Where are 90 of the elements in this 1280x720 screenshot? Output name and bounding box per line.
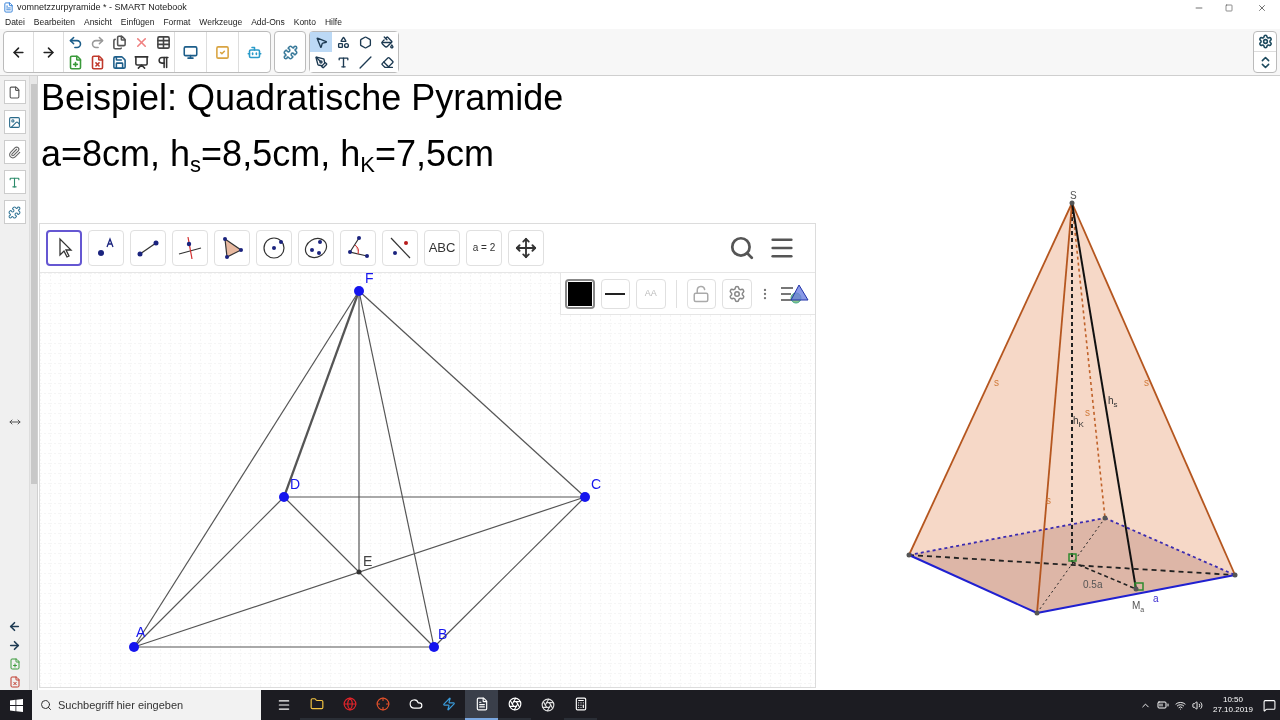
color-swatch: [567, 281, 592, 306]
tool-button[interactable]: [310, 32, 332, 52]
pages-icon: [111, 34, 127, 50]
scrollbar-thumb[interactable]: [30, 84, 37, 484]
arrow-right-icon[interactable]: [8, 639, 21, 652]
given-values: a=8cm, h$_{s}$=8,5cm, h$_{K}$=7,5cm: [41, 134, 495, 174]
undo-icon: [67, 34, 83, 50]
page-heading: Beispiel: Quadratische Pyramide: [41, 78, 565, 118]
window-title: vomnetzzurpyramide * - SMART Notebook: [17, 0, 187, 14]
side-tab[interactable]: [3, 110, 26, 134]
menu-item[interactable]: Konto: [293, 17, 316, 27]
app-icon: [3, 2, 14, 13]
text-icon: [336, 55, 350, 69]
search-icon: [40, 699, 52, 711]
wifi-icon[interactable]: [1174, 699, 1186, 711]
search-icon: [729, 235, 755, 261]
pens-icon: [314, 55, 328, 69]
line-icon: [358, 55, 372, 69]
menu-item[interactable]: Einfügen: [120, 17, 155, 27]
side-tab[interactable]: [3, 170, 26, 194]
addons-button[interactable]: [274, 31, 306, 73]
browser-icon: [342, 697, 357, 711]
arrow-left-icon[interactable]: [8, 620, 21, 633]
screen-icon: [133, 54, 149, 70]
pointer-icon: [314, 35, 328, 49]
side-tab[interactable]: [3, 80, 26, 104]
menu-item[interactable]: Add-Ons: [251, 17, 285, 27]
calculator-icon: [573, 697, 588, 711]
eraser-icon: [380, 55, 394, 69]
menu-item[interactable]: Werkzeuge: [199, 17, 243, 27]
restore-icon: [1225, 3, 1233, 12]
check-square-icon: [215, 44, 230, 60]
menu-item[interactable]: Bearbeiten: [33, 17, 75, 27]
robot-icon: [247, 44, 262, 60]
file-plus-icon[interactable]: [8, 658, 21, 670]
taskbar-search-field[interactable]: Suchbegriff hier eingeben: [32, 690, 261, 720]
file-plus-icon: [67, 54, 83, 70]
view-toggle-icon: [779, 282, 810, 305]
angle-icon: [345, 235, 371, 261]
folder-icon: [309, 697, 324, 711]
line-icon: [605, 292, 626, 295]
color-button[interactable]: [565, 278, 595, 309]
app-icon: [375, 697, 390, 711]
circle-icon: [261, 235, 287, 261]
arrow-right-icon: [41, 44, 56, 60]
task-view-icon: [276, 698, 291, 712]
paint-bucket-icon: [380, 35, 394, 49]
menu-item[interactable]: Ansicht: [83, 17, 112, 27]
menu-item[interactable]: Datei: [5, 17, 25, 27]
notifications-icon[interactable]: [1263, 698, 1276, 712]
aperture-icon: [507, 697, 522, 711]
table-icon: [155, 34, 171, 50]
menu-item[interactable]: Hilfe: [324, 17, 342, 27]
side-tab[interactable]: [3, 140, 26, 164]
save-icon: [111, 54, 127, 70]
notebook-icon: [474, 697, 489, 711]
settings-icon: [727, 284, 746, 303]
side-tab[interactable]: [3, 200, 26, 224]
gallery-icon: [8, 115, 21, 129]
settings-button[interactable]: [1254, 32, 1276, 52]
properties-icon: [8, 175, 21, 189]
battery-icon[interactable]: [1156, 699, 1169, 711]
line-style-button[interactable]: [600, 278, 631, 309]
taskbar-app[interactable]: [465, 690, 498, 720]
lock-icon: [692, 284, 711, 303]
move-arrows-icon: [515, 237, 537, 259]
windows-logo-icon: [9, 698, 23, 712]
file-x-icon[interactable]: [8, 676, 21, 688]
puzzle-icon: [282, 44, 298, 60]
settings-icon: [1257, 34, 1273, 49]
file-x-icon: [89, 54, 105, 70]
clock-date: 27.10.2019: [1212, 705, 1253, 715]
paperclip-icon: [8, 145, 21, 159]
slider-tool[interactable]: a = 2: [466, 230, 502, 266]
ellipse-icon: [303, 235, 329, 261]
perpendicular-line-icon: [177, 235, 203, 261]
close-icon: [1257, 2, 1267, 13]
puzzle-icon: [8, 205, 21, 219]
shapes-icon: [336, 35, 350, 49]
clock-time: 10:50: [1222, 695, 1243, 705]
bolt-icon: [441, 697, 456, 711]
volume-icon[interactable]: [1191, 699, 1203, 711]
tool-button[interactable]: [46, 230, 82, 266]
hexagon-icon: [358, 35, 372, 49]
monitor-icon: [183, 44, 198, 60]
menu-item[interactable]: Format: [163, 17, 191, 27]
redo-icon: [89, 34, 105, 50]
text-format-icon: [155, 54, 171, 70]
page-icon: [8, 85, 21, 99]
text-tool[interactable]: ABC: [424, 230, 460, 266]
